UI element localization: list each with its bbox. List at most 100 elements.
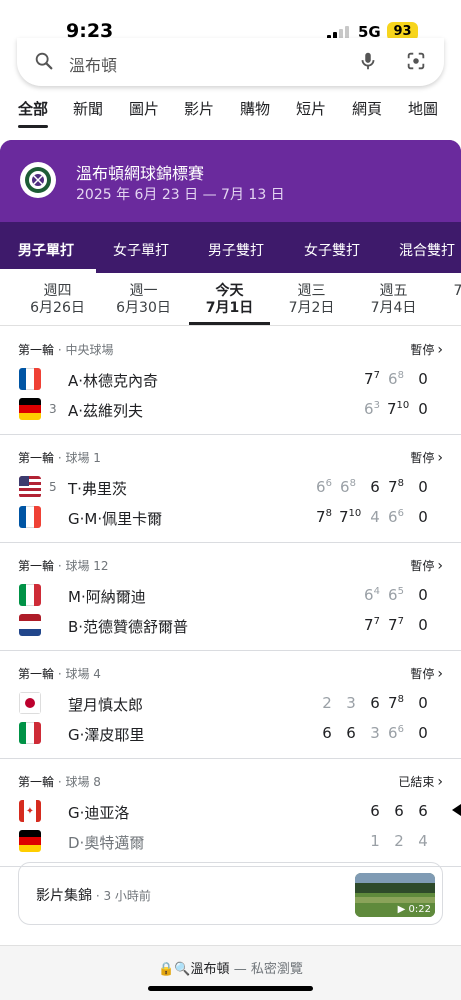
match-round: 第一輪 · 球場 4 <box>18 667 101 681</box>
set-score: 77 <box>364 370 380 388</box>
set-score: 1 <box>370 832 380 850</box>
search-input[interactable]: 溫布頓 <box>69 52 117 76</box>
player-row: D·奧特邁爾 1 2 4 <box>0 826 461 856</box>
match-round: 第一輪 · 球場 8 <box>18 775 101 789</box>
player-row: ✦ G·迪亚洛 6 6 6 <box>0 796 461 826</box>
match-card[interactable]: 第一輪 · 中央球場 暫停 › A·林德克內奇 77 68 0 3 A·茲維列夫 63 710 0 <box>0 327 461 435</box>
set-score: 0 <box>418 724 428 742</box>
set-score: 710 <box>387 400 410 418</box>
set-score: 0 <box>418 370 428 388</box>
set-score: 66 <box>388 724 404 742</box>
day-tab[interactable]: 週四 6月26日 <box>20 283 95 317</box>
video-highlights-card[interactable]: 影片集錦 · 3 小時前 ▶ 0:22 <box>18 862 443 925</box>
category-womens-singles[interactable]: 女子單打 <box>113 240 169 260</box>
set-score: 6 <box>346 724 356 742</box>
player-name: A·林德克內奇 <box>68 372 159 390</box>
match-card[interactable]: 第一輪 · 球場 8 已結束 › ✦ G·迪亚洛 6 6 6 D·奧特邁爾 1 2 4 <box>0 759 461 867</box>
chevron-right-icon: › <box>437 342 443 358</box>
day-tab-today[interactable]: 今天 7月1日 <box>192 283 267 317</box>
set-score: 3 <box>370 724 380 742</box>
event-title[interactable]: 溫布頓網球錦標賽 <box>76 160 204 184</box>
player-row: G·M·佩里卡爾 78 710 4 66 0 <box>0 502 461 532</box>
match-status[interactable]: 暫停 › <box>410 449 443 466</box>
match-status[interactable]: 暫停 › <box>410 557 443 574</box>
set-score: 77 <box>388 616 404 634</box>
set-score: 6 <box>418 802 428 820</box>
video-label: 影片集錦 · 3 小時前 <box>36 888 151 904</box>
flag-italy-icon <box>19 722 41 744</box>
lock-icon: 🔒 <box>158 962 175 977</box>
set-score: 77 <box>364 616 380 634</box>
tab-all[interactable]: 全部 <box>18 98 49 128</box>
flag-italy-icon <box>19 584 41 606</box>
player-row: M·阿納爾迪 64 65 0 <box>0 580 461 610</box>
player-name: M·阿納爾迪 <box>68 588 146 606</box>
arrow-left-icon <box>452 804 461 816</box>
set-score: 0 <box>418 400 428 418</box>
match-round: 第一輪 · 中央球場 <box>18 343 114 357</box>
video-thumbnail[interactable]: ▶ 0:22 <box>355 873 435 917</box>
set-score: 6 <box>370 802 380 820</box>
browser-bottom-bar[interactable]: 🔒🔍溫布頓 — 私密瀏覽 <box>0 945 461 1000</box>
tab-videos[interactable]: 影片 <box>184 98 214 128</box>
tab-news[interactable]: 新聞 <box>73 98 103 128</box>
chevron-right-icon: › <box>437 666 443 682</box>
tab-short-videos[interactable]: 短片 <box>296 98 326 128</box>
home-indicator[interactable] <box>148 986 313 991</box>
day-tab[interactable]: 週一 6月30日 <box>106 283 181 317</box>
match-status[interactable]: 暫停 › <box>410 665 443 682</box>
day-tab[interactable]: 週五 7月4日 <box>356 283 431 317</box>
category-mens-doubles[interactable]: 男子雙打 <box>208 240 264 260</box>
match-round: 第一輪 · 球場 12 <box>18 559 109 573</box>
match-card[interactable]: 第一輪 · 球場 1 暫停 › 5 T·弗里茨 66 68 6 78 0 G·M·佩里卡爾 78 710… <box>0 435 461 543</box>
player-name: 望月慎太郎 <box>68 696 144 714</box>
day-selector: 週四 6月26日 週一 6月30日 今天 7月1日 週三 7月2日 週五 7月4日 7 <box>0 273 461 326</box>
event-dates: 2025 年 6月 23 日 — 7月 13 日 <box>76 187 285 203</box>
flag-germany-icon <box>19 830 41 852</box>
category-mixed-doubles[interactable]: 混合雙打 <box>399 240 455 260</box>
tab-web[interactable]: 網頁 <box>352 98 382 128</box>
flag-japan-icon <box>19 692 41 714</box>
day-tab[interactable]: 週三 7月2日 <box>274 283 349 317</box>
player-name: G·澤皮耶里 <box>68 726 145 744</box>
lens-icon[interactable] <box>405 50 427 72</box>
set-score: 78 <box>316 508 332 526</box>
player-row: 望月慎太郎 2 3 6 78 0 <box>0 688 461 718</box>
address-bar[interactable]: 🔒🔍溫布頓 — 私密瀏覽 <box>0 958 461 977</box>
chevron-right-icon: › <box>437 774 443 790</box>
flag-france-icon <box>19 506 41 528</box>
search-bar[interactable]: 溫布頓 <box>17 38 444 86</box>
day-tab[interactable]: 7 <box>448 283 461 300</box>
set-score: 2 <box>394 832 404 850</box>
set-score: 4 <box>370 508 380 526</box>
tab-images[interactable]: 圖片 <box>129 98 159 128</box>
match-status[interactable]: 暫停 › <box>410 341 443 358</box>
video-duration: ▶ 0:22 <box>397 904 431 915</box>
set-score: 3 <box>346 694 356 712</box>
set-score: 66 <box>316 478 332 496</box>
set-score: 63 <box>364 400 380 418</box>
match-status[interactable]: 已結束 › <box>398 773 443 790</box>
event-header: 溫布頓網球錦標賽 2025 年 6月 23 日 — 7月 13 日 男子單打 女… <box>0 140 461 273</box>
player-name: T·弗里茨 <box>68 480 127 498</box>
tab-maps[interactable]: 地圖 <box>408 98 438 128</box>
set-score: 0 <box>418 694 428 712</box>
set-score: 6 <box>322 724 332 742</box>
match-card[interactable]: 第一輪 · 球場 12 暫停 › M·阿納爾迪 64 65 0 B·范德贊德舒爾普 77 77 0 <box>0 543 461 651</box>
player-row: 3 A·茲維列夫 63 710 0 <box>0 394 461 424</box>
set-score: 66 <box>388 508 404 526</box>
player-row: A·林德克內奇 77 68 0 <box>0 364 461 394</box>
match-card[interactable]: 第一輪 · 球場 4 暫停 › 望月慎太郎 2 3 6 78 0 G·澤皮耶里 6 6 3 66 0 <box>0 651 461 759</box>
category-womens-doubles[interactable]: 女子雙打 <box>304 240 360 260</box>
player-name: G·M·佩里卡爾 <box>68 510 163 528</box>
event-banner <box>0 140 461 222</box>
set-score: 68 <box>388 370 404 388</box>
tab-shopping[interactable]: 購物 <box>240 98 270 128</box>
set-score: 6 <box>394 802 404 820</box>
set-score: 4 <box>418 832 428 850</box>
set-score: 2 <box>322 694 332 712</box>
set-score: 0 <box>418 616 428 634</box>
set-score: 0 <box>418 586 428 604</box>
mic-icon[interactable] <box>357 50 379 72</box>
category-mens-singles[interactable]: 男子單打 <box>18 240 74 260</box>
